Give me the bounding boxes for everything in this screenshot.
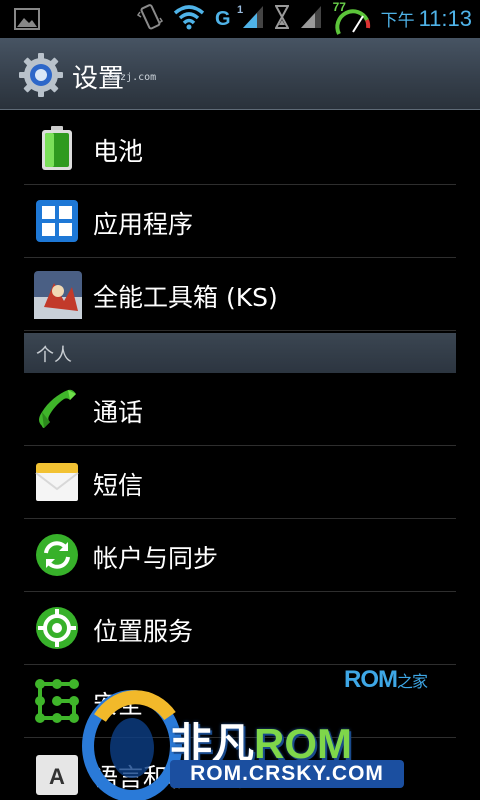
svg-text:A: A (49, 764, 65, 789)
list-item-label: 帐户与同步 (93, 544, 219, 573)
keyboard-letter-icon: A (34, 751, 80, 797)
hourglass-icon (273, 5, 290, 33)
list-item-toolbox[interactable]: 全能工具箱 (KS) (24, 258, 456, 331)
envelope-icon (34, 459, 80, 505)
list-item-label: 电池 (93, 137, 144, 166)
list-item-label: 位置服务 (93, 617, 194, 646)
signal-icon-2 (299, 4, 323, 34)
network-type-label: G (215, 7, 231, 30)
time: 11:13 (418, 6, 472, 31)
section-header-label: 个人 (36, 345, 72, 366)
list-item-label: 通话 (93, 398, 144, 427)
wifi-icon (173, 4, 205, 34)
clock: 下午 11:13 (381, 6, 472, 32)
list-item-label: 短信 (93, 471, 144, 500)
phone-icon (34, 386, 80, 432)
list-item-label: 应用程序 (93, 210, 194, 239)
security-pattern-icon (34, 678, 80, 724)
apps-grid-icon (34, 198, 80, 244)
watermark-text: romzj.com (102, 72, 157, 83)
sim-index: 1 (237, 3, 244, 16)
network-type-indicator: G1 (215, 4, 243, 31)
gear-icon[interactable] (18, 52, 64, 98)
time-period: 下午 (380, 11, 415, 31)
vibrate-icon (136, 2, 164, 36)
list-item-messages[interactable]: 短信 (24, 446, 456, 519)
sync-icon (34, 532, 80, 578)
section-header-personal: 个人 (24, 333, 456, 373)
list-item-location[interactable]: 位置服务 (24, 592, 456, 665)
list-item-label: 全能工具箱 (KS) (93, 283, 278, 312)
feifan-url-watermark: ROM.CRSKY.COM (170, 760, 404, 788)
list-item-accounts-sync[interactable]: 帐户与同步 (24, 519, 456, 592)
title-bar: 设置 romzj.com (0, 38, 480, 110)
location-icon (34, 605, 80, 651)
battery-icon (34, 125, 80, 171)
list-item-call[interactable]: 通话 (24, 373, 456, 446)
list-item-battery[interactable]: 电池 (24, 112, 456, 185)
toolbox-app-icon (34, 271, 82, 319)
signal-icon (241, 4, 265, 34)
list-item-apps[interactable]: 应用程序 (24, 185, 456, 258)
image-notification-icon (14, 8, 40, 34)
battery-gauge-icon: 77 (333, 0, 371, 36)
status-bar: G1 77 下午 11:13 (0, 0, 480, 38)
